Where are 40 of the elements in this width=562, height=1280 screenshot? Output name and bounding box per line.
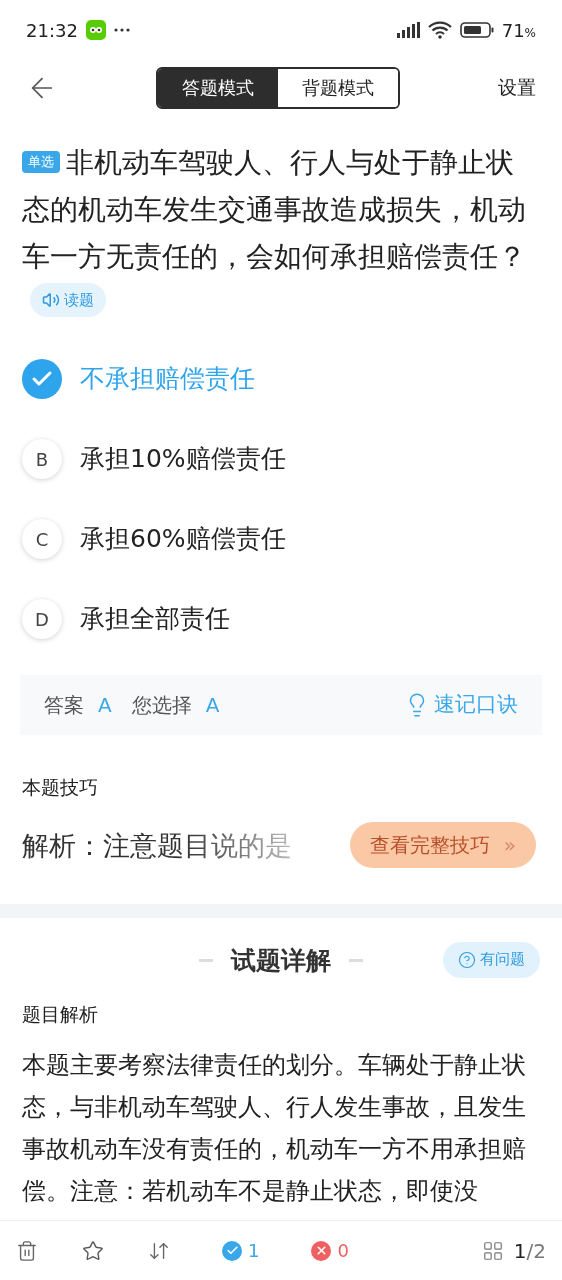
question-type-tag: 单选 bbox=[22, 151, 60, 173]
app-notification-icon bbox=[85, 20, 106, 40]
correct-count: 1 bbox=[248, 1239, 260, 1263]
option-letter: C bbox=[22, 519, 62, 559]
wrong-count: 0 bbox=[337, 1239, 349, 1263]
analysis-subtitle: 题目解析 bbox=[22, 1001, 99, 1027]
wifi-icon bbox=[427, 21, 452, 39]
check-icon bbox=[22, 359, 62, 399]
analysis-text: 本题主要考察法律责任的划分。车辆处于静止状态，与非机动车驾驶人、行人发生事故，且发生事故机动车没有责任的，机动车一方不用承担赔偿。注意：若机动车不是静止状态，即使没 bbox=[22, 1050, 527, 1207]
answer-label: 答案 bbox=[44, 692, 84, 719]
trash-icon[interactable] bbox=[16, 1239, 38, 1262]
settings-link[interactable]: 设置 bbox=[498, 73, 536, 102]
cross-badge-icon bbox=[311, 1240, 332, 1261]
mode-tab[interactable]: 答题模式 bbox=[158, 68, 278, 107]
choice-label: 您选择 bbox=[131, 692, 192, 719]
answer-option[interactable]: B 承担10%赔偿责任 bbox=[22, 419, 540, 499]
option-letter: B bbox=[22, 439, 62, 479]
option-text: 不承担赔偿责任 bbox=[80, 363, 255, 396]
signal-icon bbox=[395, 22, 420, 38]
grid-icon[interactable] bbox=[481, 1239, 504, 1262]
speaker-icon bbox=[42, 291, 60, 309]
star-icon[interactable] bbox=[82, 1239, 104, 1262]
page-indicator[interactable]: 1/2 bbox=[513, 1235, 546, 1266]
question-mark-icon bbox=[458, 950, 476, 969]
status-time: 21:32 bbox=[26, 18, 78, 43]
option-text: 承担10%赔偿责任 bbox=[80, 443, 286, 476]
section-title: 试题详解 bbox=[231, 944, 331, 977]
battery-percent: 71% bbox=[501, 18, 536, 43]
your-choice: A bbox=[205, 692, 220, 719]
option-letter: D bbox=[22, 599, 62, 639]
answer-option[interactable]: C 承担60%赔偿责任 bbox=[22, 499, 540, 579]
battery-icon bbox=[459, 22, 494, 38]
correct-answer: A bbox=[98, 692, 112, 719]
answer-option[interactable]: D 承担全部责任 bbox=[22, 579, 540, 659]
more-notifications-icon bbox=[113, 28, 130, 32]
tips-title: 本题技巧 bbox=[22, 775, 99, 800]
option-text: 承担全部责任 bbox=[80, 603, 230, 636]
option-text: 承担60%赔偿责任 bbox=[80, 523, 286, 556]
check-badge-icon bbox=[222, 1240, 242, 1261]
question-text: 单选 非机动车驾驶人、行人与处于静止状态的机动车发生交通事故造成损失，机动车一方无责任的，会如何承担赔偿责任？ 读题 bbox=[22, 139, 540, 327]
